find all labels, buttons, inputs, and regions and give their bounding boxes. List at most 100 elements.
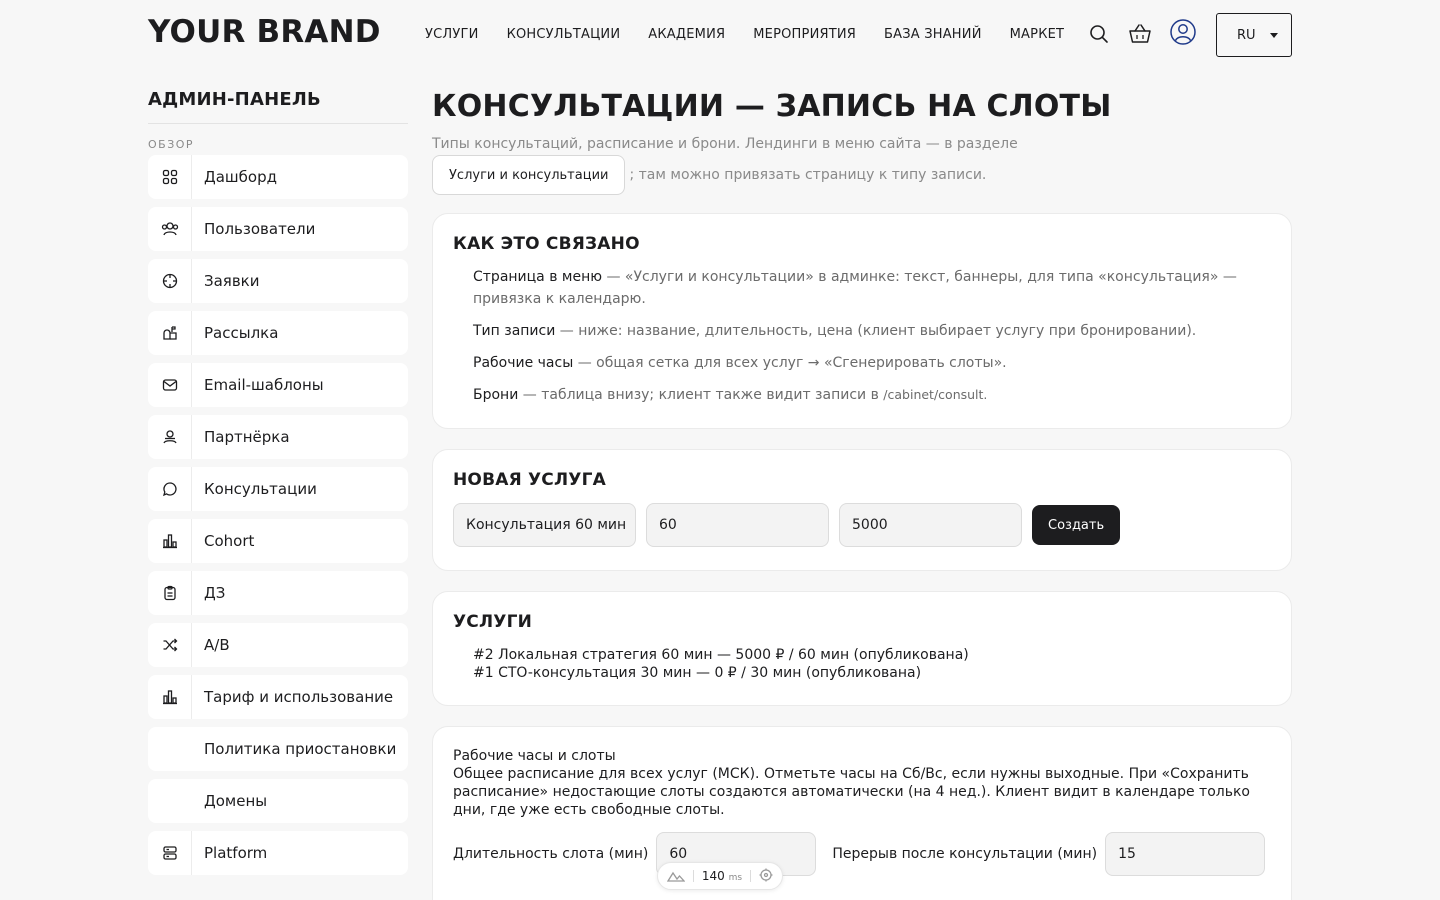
- partner-icon: [148, 415, 192, 459]
- sidebar-item-label: Cohort: [204, 532, 255, 550]
- sidebar-item-label: ДЗ: [204, 584, 226, 602]
- sidebar-item-requests[interactable]: Заявки: [148, 259, 408, 303]
- how-term: Рабочие часы: [473, 355, 574, 371]
- sidebar-item-partners[interactable]: Партнёрка: [148, 415, 408, 459]
- break-duration-label: Перерыв после консультации (мин): [832, 846, 1098, 862]
- sidebar-item-label: Политика приостановки: [204, 740, 397, 758]
- sidebar-item-label: Email-шаблоны: [204, 376, 324, 394]
- how-term: Брони: [473, 387, 519, 403]
- nav-services[interactable]: УСЛУГИ: [425, 27, 479, 42]
- main-content: КОНСУЛЬТАЦИИ — ЗАПИСЬ НА СЛОТЫ Типы конс…: [432, 88, 1292, 900]
- perf-indicator[interactable]: 140 ms: [657, 862, 783, 890]
- sidebar-item-dashboard[interactable]: Дашборд: [148, 155, 408, 199]
- services-consultations-link[interactable]: Услуги и консультации: [432, 155, 626, 195]
- shuffle-icon: [148, 623, 192, 667]
- nav-market[interactable]: МАРКЕТ: [1010, 27, 1065, 42]
- list-item[interactable]: #2 Локальная стратегия 60 мин — 5000 ₽ /…: [473, 646, 1271, 664]
- target-icon: [148, 259, 192, 303]
- language-value: RU: [1237, 27, 1256, 43]
- how-linked-card: КАК ЭТО СВЯЗАНО Страница в меню — «Услуг…: [432, 213, 1292, 429]
- users-icon: [148, 207, 192, 251]
- cabinet-path: /cabinet/consult.: [883, 387, 988, 402]
- page-title: КОНСУЛЬТАЦИИ — ЗАПИСЬ НА СЛОТЫ: [432, 89, 1112, 124]
- service-name-input[interactable]: Консультация 60 мин: [453, 503, 636, 547]
- divider: [692, 870, 694, 882]
- sidebar-item-label: Тариф и использование: [204, 688, 394, 706]
- empty-icon-slot: [148, 727, 192, 771]
- mailbox-icon: [148, 311, 192, 355]
- how-item: Рабочие часы — общая сетка для всех услу…: [473, 352, 1271, 374]
- sidebar-item-label: Пользователи: [204, 220, 316, 238]
- sidebar-item-cohort[interactable]: Cohort: [148, 519, 408, 563]
- clipboard-icon: [148, 571, 192, 615]
- chevron-down-icon: [1270, 33, 1278, 38]
- sidebar-item-consultations[interactable]: Консультации: [148, 467, 408, 511]
- card-title: НОВАЯ УСЛУГА: [453, 470, 607, 490]
- sidebar-item-label: A/B: [204, 636, 230, 654]
- crosshair-icon[interactable]: [759, 867, 773, 886]
- nav-events[interactable]: МЕРОПРИЯТИЯ: [753, 27, 856, 42]
- language-select[interactable]: RU: [1216, 13, 1292, 57]
- bar-chart-icon: [148, 675, 192, 719]
- create-service-button[interactable]: Создать: [1032, 505, 1121, 545]
- card-title: КАК ЭТО СВЯЗАНО: [453, 234, 640, 254]
- nav-academy[interactable]: АКАДЕМИЯ: [648, 27, 725, 42]
- sidebar-item-label: Партнёрка: [204, 428, 290, 446]
- site-header: YOUR BRAND УСЛУГИ КОНСУЛЬТАЦИИ АКАДЕМИЯ …: [148, 0, 1292, 68]
- brand-logo[interactable]: YOUR BRAND: [148, 14, 381, 50]
- sidebar-item-domains[interactable]: Домены: [148, 779, 408, 823]
- how-text: — ниже: название, длительность, цена (кл…: [555, 323, 1197, 339]
- working-hours-card: Рабочие часы и слоты Общее расписание дл…: [432, 726, 1292, 900]
- envelope-icon: [148, 363, 192, 407]
- mountain-icon: [666, 867, 686, 886]
- list-item[interactable]: #1 CTO-консультация 30 мин — 0 ₽ / 30 ми…: [473, 664, 1271, 682]
- server-icon: [148, 831, 192, 875]
- how-term: Тип записи: [473, 323, 556, 339]
- sidebar-item-label: Домены: [204, 792, 268, 810]
- how-text: — общая сетка для всех услуг → «Сгенерир…: [573, 355, 1007, 371]
- break-duration-input[interactable]: 15: [1105, 832, 1266, 876]
- chat-icon: [148, 467, 192, 511]
- admin-sidebar: АДМИН-ПАНЕЛЬ ОБЗОР Дашборд Пользователи …: [148, 88, 408, 883]
- hours-description: Общее расписание для всех услуг (МСК). О…: [453, 766, 1250, 818]
- sidebar-item-email-templates[interactable]: Email-шаблоны: [148, 363, 408, 407]
- how-text: — таблица внизу; клиент также видит запи…: [518, 387, 884, 403]
- cart-icon[interactable]: [1128, 22, 1152, 46]
- divider: [750, 870, 752, 882]
- sidebar-item-homework[interactable]: ДЗ: [148, 571, 408, 615]
- sidebar-item-label: Заявки: [204, 272, 260, 290]
- sidebar-item-label: Консультации: [204, 480, 317, 498]
- sidebar-item-label: Дашборд: [204, 168, 277, 186]
- nav-consultations[interactable]: КОНСУЛЬТАЦИИ: [507, 27, 621, 42]
- sidebar-item-platform[interactable]: Platform: [148, 831, 408, 875]
- user-account-icon[interactable]: [1170, 19, 1196, 45]
- dashboard-icon: [148, 155, 192, 199]
- sidebar-section-label: ОБЗОР: [148, 138, 195, 151]
- sidebar-title: АДМИН-ПАНЕЛЬ: [148, 88, 408, 124]
- perf-number: 140: [701, 869, 725, 883]
- how-item: Брони — таблица внизу; клиент также види…: [473, 384, 1271, 406]
- hours-title: Рабочие часы и слоты: [453, 748, 616, 764]
- perf-unit: ms: [728, 873, 743, 883]
- new-service-card: НОВАЯ УСЛУГА Консультация 60 мин 60 5000…: [432, 449, 1292, 571]
- sidebar-item-label: Platform: [204, 844, 268, 862]
- service-duration-input[interactable]: 60: [646, 503, 829, 547]
- perf-value: 140 ms: [702, 869, 742, 883]
- sidebar-item-label: Рассылка: [204, 324, 279, 342]
- sidebar-item-suspension-policy[interactable]: Политика приостановки: [148, 727, 408, 771]
- sidebar-item-users[interactable]: Пользователи: [148, 207, 408, 251]
- page-subtitle-rest: ; там можно привязать страницу к типу за…: [629, 167, 987, 183]
- empty-icon-slot: [148, 779, 192, 823]
- sidebar-item-ab[interactable]: A/B: [148, 623, 408, 667]
- card-title: УСЛУГИ: [453, 612, 533, 632]
- search-icon[interactable]: [1087, 22, 1111, 46]
- how-item: Тип записи — ниже: название, длительност…: [473, 320, 1271, 342]
- how-term: Страница в меню: [473, 269, 603, 285]
- nav-knowledge-base[interactable]: БАЗА ЗНАНИЙ: [884, 27, 982, 42]
- sidebar-item-tariff[interactable]: Тариф и использование: [148, 675, 408, 719]
- sidebar-item-mailing[interactable]: Рассылка: [148, 311, 408, 355]
- page-subtitle: Типы консультаций, расписание и брони. Л…: [432, 136, 1018, 152]
- service-price-input[interactable]: 5000: [839, 503, 1022, 547]
- bar-chart-icon: [148, 519, 192, 563]
- main-nav: УСЛУГИ КОНСУЛЬТАЦИИ АКАДЕМИЯ МЕРОПРИЯТИЯ…: [425, 27, 1064, 42]
